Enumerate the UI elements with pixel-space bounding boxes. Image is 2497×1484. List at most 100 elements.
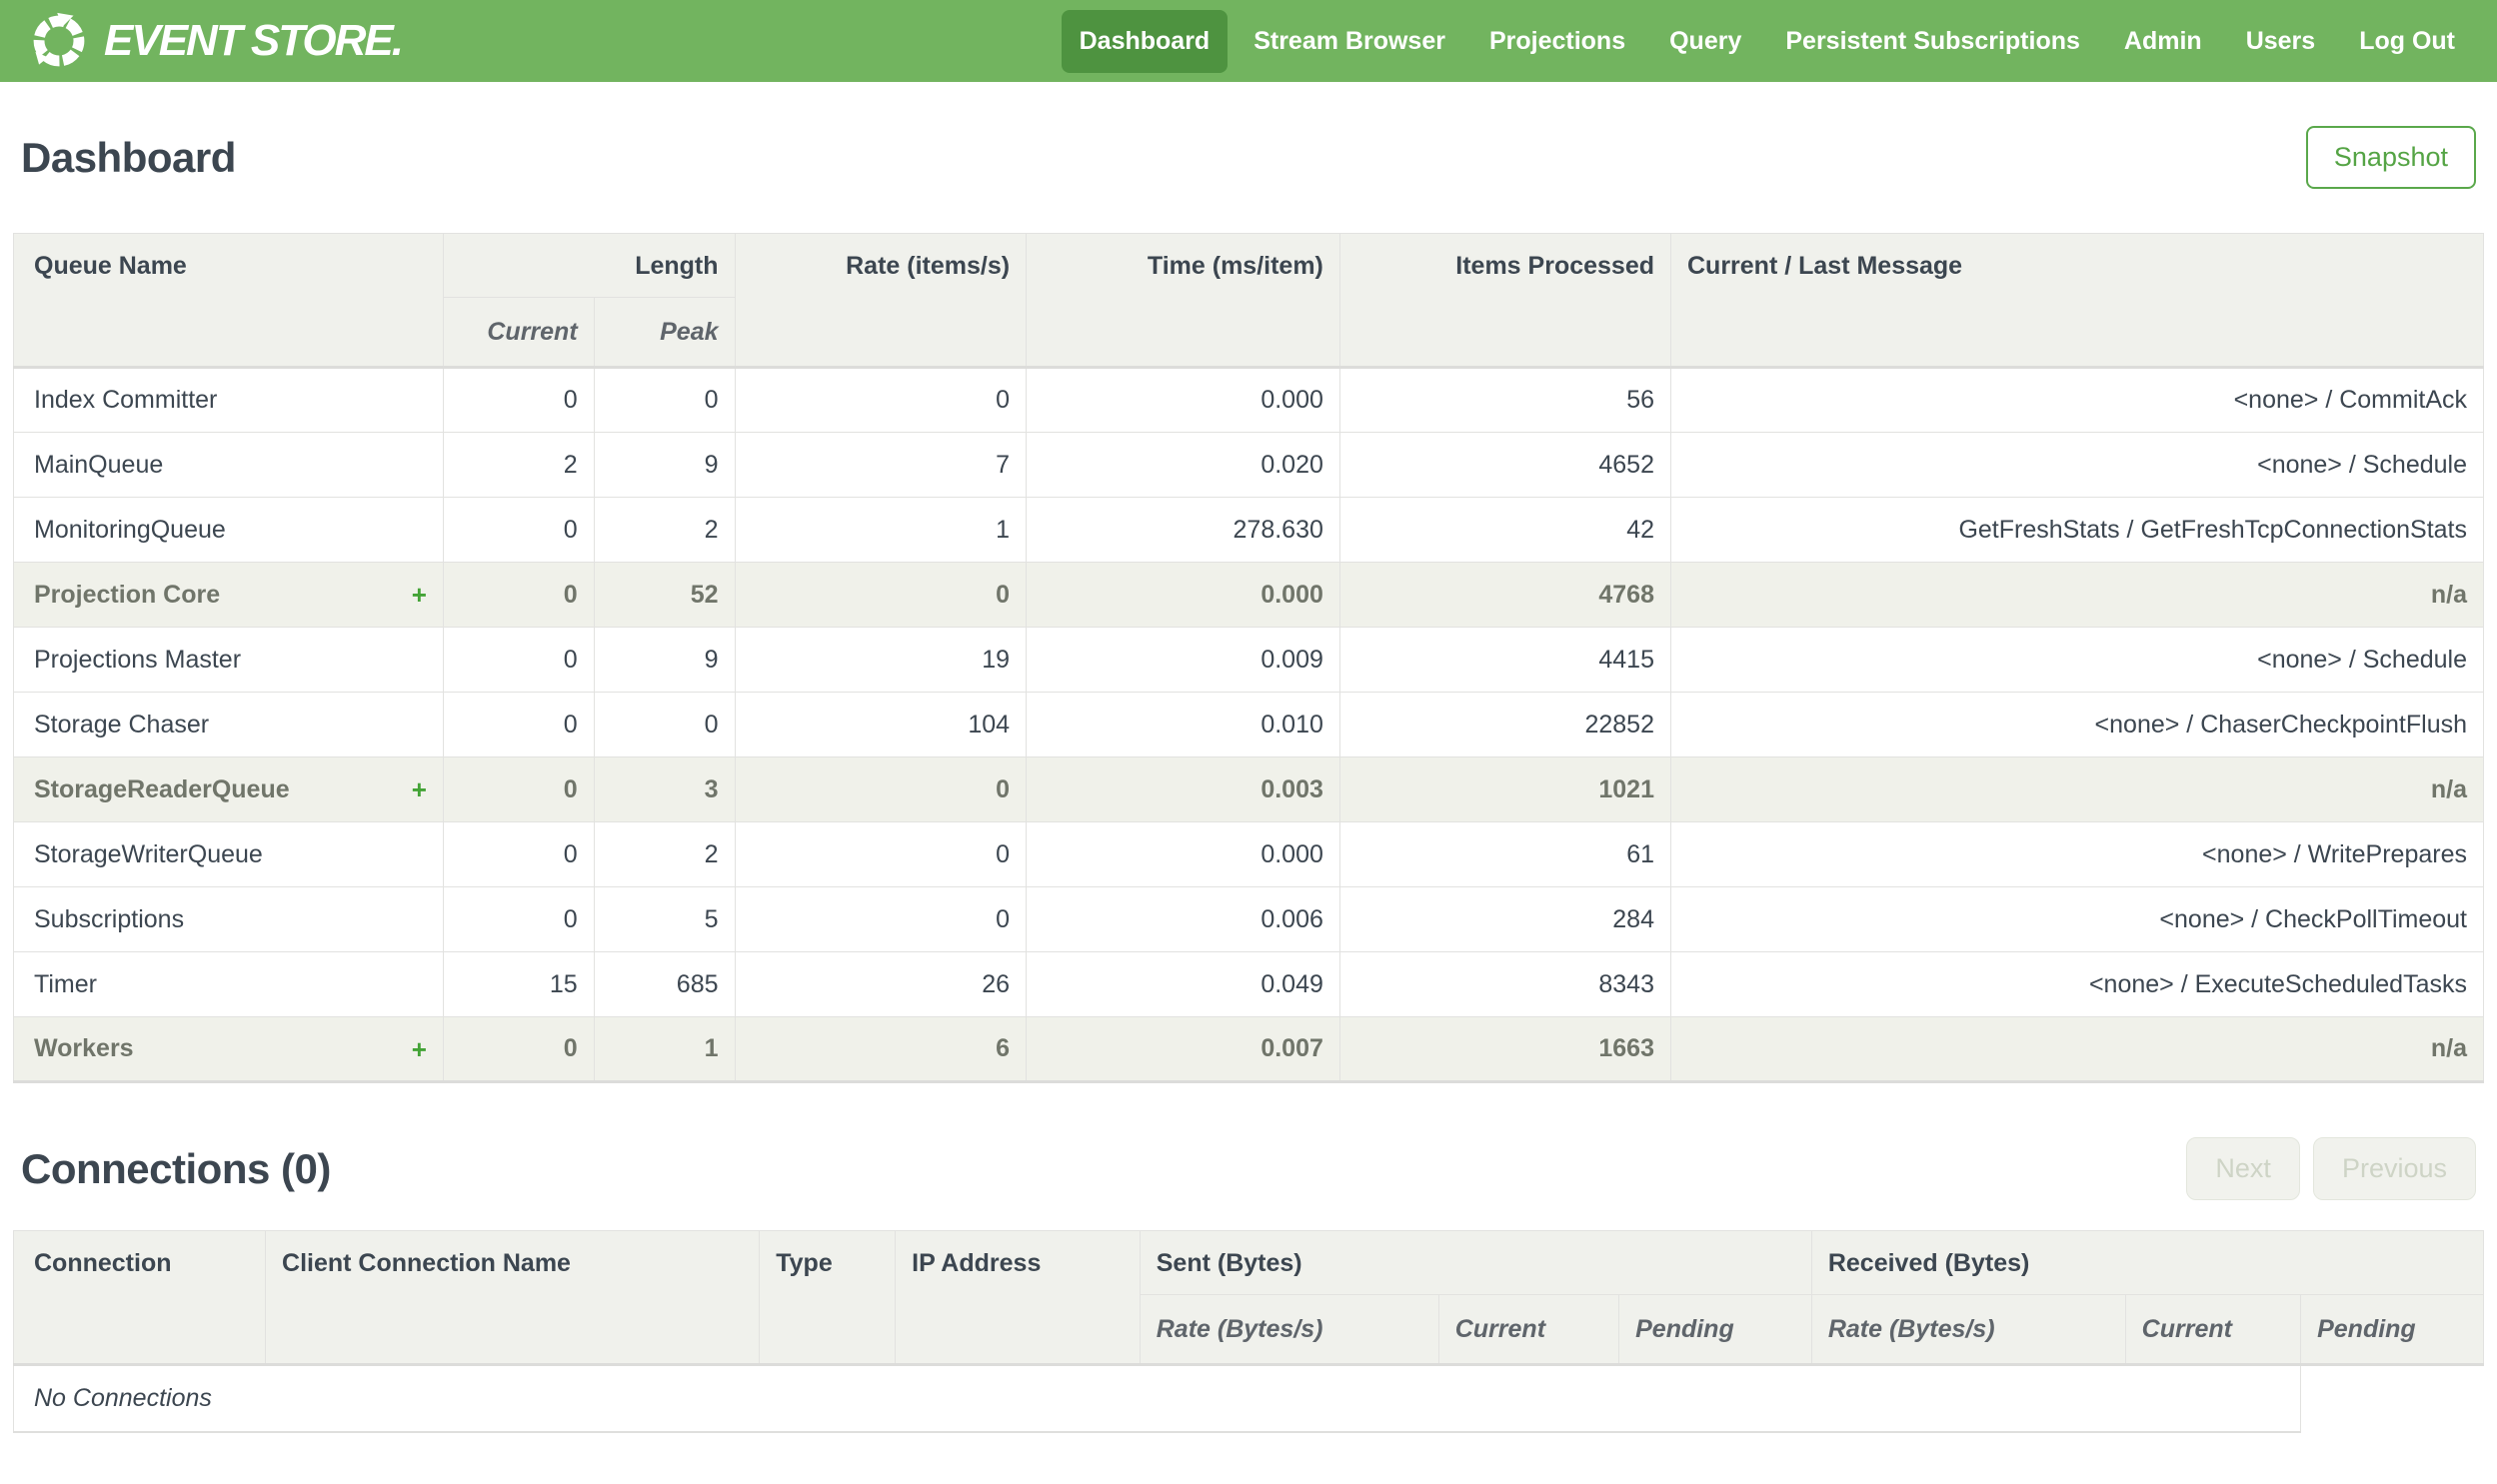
col-ip-address: IP Address — [895, 1230, 1141, 1365]
queue-peak: 5 — [593, 886, 736, 952]
queue-message: n/a — [1670, 562, 2484, 628]
queue-current: 0 — [442, 627, 595, 693]
queue-current: 0 — [442, 367, 595, 433]
queue-message: <none> / ExecuteScheduledTasks — [1670, 951, 2484, 1017]
queue-items: 4652 — [1338, 432, 1672, 498]
queue-time: 0.020 — [1026, 432, 1340, 498]
queue-message: <none> / CommitAck — [1670, 367, 2484, 433]
queue-row-projection-core: Projection Core + 0 52 0 0.000 4768 n/a — [13, 562, 2484, 628]
col-received-bytes: Received (Bytes) — [1810, 1230, 2485, 1295]
queue-time: 0.049 — [1026, 951, 1340, 1017]
col-type: Type — [759, 1230, 897, 1365]
next-button[interactable]: Next — [2186, 1137, 2300, 1200]
queue-name: Workers — [34, 1034, 134, 1062]
page-title: Dashboard — [21, 133, 236, 181]
col-received-current: Current — [2124, 1294, 2302, 1365]
col-sent-pending: Pending — [1618, 1294, 1812, 1365]
navbar: EVENT STORE. Dashboard Stream Browser Pr… — [0, 0, 2497, 82]
queue-rate: 6 — [734, 1016, 1028, 1082]
queue-current: 0 — [442, 1016, 595, 1082]
queue-current: 2 — [442, 432, 595, 498]
queue-time: 0.000 — [1026, 367, 1340, 433]
col-received-pending: Pending — [2300, 1294, 2484, 1365]
nav-item-log-out[interactable]: Log Out — [2341, 10, 2473, 73]
queue-rate: 0 — [734, 821, 1028, 887]
nav-item-query[interactable]: Query — [1651, 10, 1759, 73]
queue-row-storagewriterqueue: StorageWriterQueue 0 2 0 0.000 61 <none>… — [13, 821, 2484, 887]
queue-items: 1663 — [1338, 1016, 1672, 1082]
nav-item-admin[interactable]: Admin — [2106, 10, 2220, 73]
queue-items: 22852 — [1338, 692, 1672, 757]
queue-items: 56 — [1338, 367, 1672, 433]
nav-item-persistent-subscriptions[interactable]: Persistent Subscriptions — [1767, 10, 2098, 73]
col-sent-current: Current — [1437, 1294, 1620, 1365]
queue-name-group: Projection Core + — [13, 562, 444, 628]
expand-plus-icon[interactable]: + — [412, 1036, 427, 1062]
queue-row-timer: Timer 15 685 26 0.049 8343 <none> / Exec… — [13, 951, 2484, 1017]
queue-current: 0 — [442, 821, 595, 887]
expand-plus-icon[interactable]: + — [412, 776, 427, 802]
previous-button[interactable]: Previous — [2312, 1137, 2476, 1200]
queue-peak: 0 — [593, 692, 736, 757]
queue-message: n/a — [1670, 756, 2484, 822]
nav-item-projections[interactable]: Projections — [1471, 10, 1643, 73]
queue-rate: 0 — [734, 886, 1028, 952]
queue-name-group: Workers + — [13, 1016, 444, 1082]
col-sent-bytes: Sent (Bytes) — [1139, 1230, 1812, 1295]
col-length-peak: Peak — [593, 297, 736, 368]
queue-message: <none> / CheckPollTimeout — [1670, 886, 2484, 952]
queue-time: 0.003 — [1026, 756, 1340, 822]
col-length: Length — [442, 233, 736, 298]
queue-peak: 685 — [593, 951, 736, 1017]
queue-rate: 19 — [734, 627, 1028, 693]
queue-peak: 2 — [593, 497, 736, 563]
nav-item-stream-browser[interactable]: Stream Browser — [1236, 10, 1463, 73]
logo-text: EVENT STORE. — [104, 16, 404, 65]
queue-rate: 0 — [734, 756, 1028, 822]
connections-header: Connections (0) Next Previous — [21, 1137, 2476, 1200]
col-queue-name: Queue Name — [13, 233, 444, 368]
queue-rate: 104 — [734, 692, 1028, 757]
queue-rate: 0 — [734, 367, 1028, 433]
queue-name-group: StorageReaderQueue + — [13, 756, 444, 822]
queue-row-monitoringqueue: MonitoringQueue 0 2 1 278.630 42 GetFres… — [13, 497, 2484, 563]
nav-item-users[interactable]: Users — [2228, 10, 2334, 73]
connections-pager: Next Previous — [2186, 1137, 2476, 1200]
connections-table: Connection Client Connection Name Type I… — [12, 1230, 2485, 1433]
snapshot-button[interactable]: Snapshot — [2305, 126, 2476, 189]
queue-row-mainqueue: MainQueue 2 9 7 0.020 4652 <none> / Sche… — [13, 432, 2484, 498]
queue-message: n/a — [1670, 1016, 2484, 1082]
queue-message: <none> / Schedule — [1670, 627, 2484, 693]
queue-peak: 2 — [593, 821, 736, 887]
queue-name: Projection Core — [34, 580, 221, 609]
nav-items: Dashboard Stream Browser Projections Que… — [1061, 9, 2473, 73]
connections-table-header: Connection Client Connection Name Type I… — [12, 1230, 2485, 1365]
queue-name: StorageWriterQueue — [13, 821, 444, 887]
queue-row-workers: Workers + 0 1 6 0.007 1663 n/a — [13, 1016, 2484, 1082]
nav-item-dashboard[interactable]: Dashboard — [1061, 9, 1229, 73]
col-message: Current / Last Message — [1670, 233, 2484, 368]
queue-current: 0 — [442, 497, 595, 563]
queue-name: StorageReaderQueue — [34, 774, 290, 803]
col-sent-rate: Rate (Bytes/s) — [1139, 1294, 1439, 1365]
no-connections-message: No Connections — [12, 1364, 2302, 1433]
page-header: Dashboard Snapshot — [21, 126, 2476, 189]
queue-name: Projections Master — [13, 627, 444, 693]
queue-message: <none> / Schedule — [1670, 432, 2484, 498]
col-time: Time (ms/item) — [1026, 233, 1340, 368]
queue-time: 0.007 — [1026, 1016, 1340, 1082]
event-store-logo[interactable]: EVENT STORE. — [30, 12, 404, 70]
queue-items: 284 — [1338, 886, 1672, 952]
queue-time: 0.006 — [1026, 886, 1340, 952]
queue-items: 8343 — [1338, 951, 1672, 1017]
col-items-processed: Items Processed — [1338, 233, 1672, 368]
queue-time: 0.000 — [1026, 562, 1340, 628]
col-connection: Connection — [12, 1230, 267, 1365]
queue-stats-table: Queue Name Length Rate (items/s) Time (m… — [13, 233, 2484, 1083]
col-rate: Rate (items/s) — [734, 233, 1028, 368]
queue-items: 4768 — [1338, 562, 1672, 628]
queue-rate: 0 — [734, 562, 1028, 628]
expand-plus-icon[interactable]: + — [412, 582, 427, 608]
queue-table-header: Queue Name Length Rate (items/s) Time (m… — [13, 233, 2484, 368]
queue-items: 1021 — [1338, 756, 1672, 822]
